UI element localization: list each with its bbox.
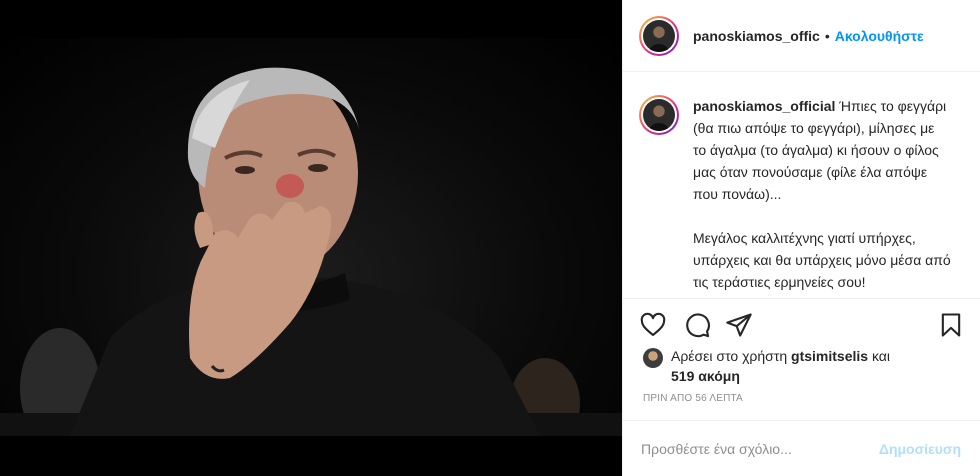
avatar-image xyxy=(643,19,675,52)
likes-others[interactable]: 519 ακόμη xyxy=(671,366,740,386)
follow-button[interactable]: Ακολουθήστε xyxy=(835,28,924,44)
likes-conjunction: και xyxy=(871,348,890,364)
header-username[interactable]: panoskiamos_offic xyxy=(693,28,820,44)
avatar-image xyxy=(643,99,675,131)
liker-avatar[interactable] xyxy=(643,348,663,368)
post-timestamp[interactable]: ΠΡΙΝ ΑΠΟ 56 ΛΕΠΤΑ xyxy=(643,393,743,404)
caption-paragraph-2: Μεγάλος καλλιτέχνης γιατί υπήρχες, υπάρχ… xyxy=(693,230,951,290)
caption-text: panoskiamos_official Ήπιες το φεγγάρι (θ… xyxy=(693,95,951,298)
header-avatar[interactable] xyxy=(639,15,679,56)
paper-plane-icon[interactable] xyxy=(725,311,755,341)
heart-icon[interactable] xyxy=(639,311,669,341)
post-header: panoskiamos_offic • Ακολουθήστε xyxy=(623,0,980,72)
post-media[interactable] xyxy=(0,0,622,476)
caption-avatar[interactable] xyxy=(639,95,679,135)
likes-prefix: Αρέσει στο χρήστη xyxy=(671,348,788,364)
comment-input[interactable] xyxy=(641,440,879,457)
likes-line: Αρέσει στο χρήστη gtsimitselis και xyxy=(671,346,890,366)
post-comment-button[interactable]: Δημοσίευση xyxy=(879,441,961,457)
post-photo[interactable] xyxy=(0,38,622,436)
caption-username[interactable]: panoskiamos_official xyxy=(693,98,835,114)
bookmark-icon[interactable] xyxy=(937,311,967,341)
comment-icon[interactable] xyxy=(683,311,713,341)
post-side-panel: panoskiamos_offic • Ακολουθήστε panoskia… xyxy=(622,0,980,476)
caption: panoskiamos_official Ήπιες το φεγγάρι (θ… xyxy=(623,73,980,298)
header-separator: • xyxy=(824,27,830,44)
photo-illustration xyxy=(0,67,622,436)
liker-username[interactable]: gtsimitselis xyxy=(791,348,868,364)
action-bar xyxy=(623,298,980,350)
comment-box: Δημοσίευση xyxy=(623,420,980,476)
